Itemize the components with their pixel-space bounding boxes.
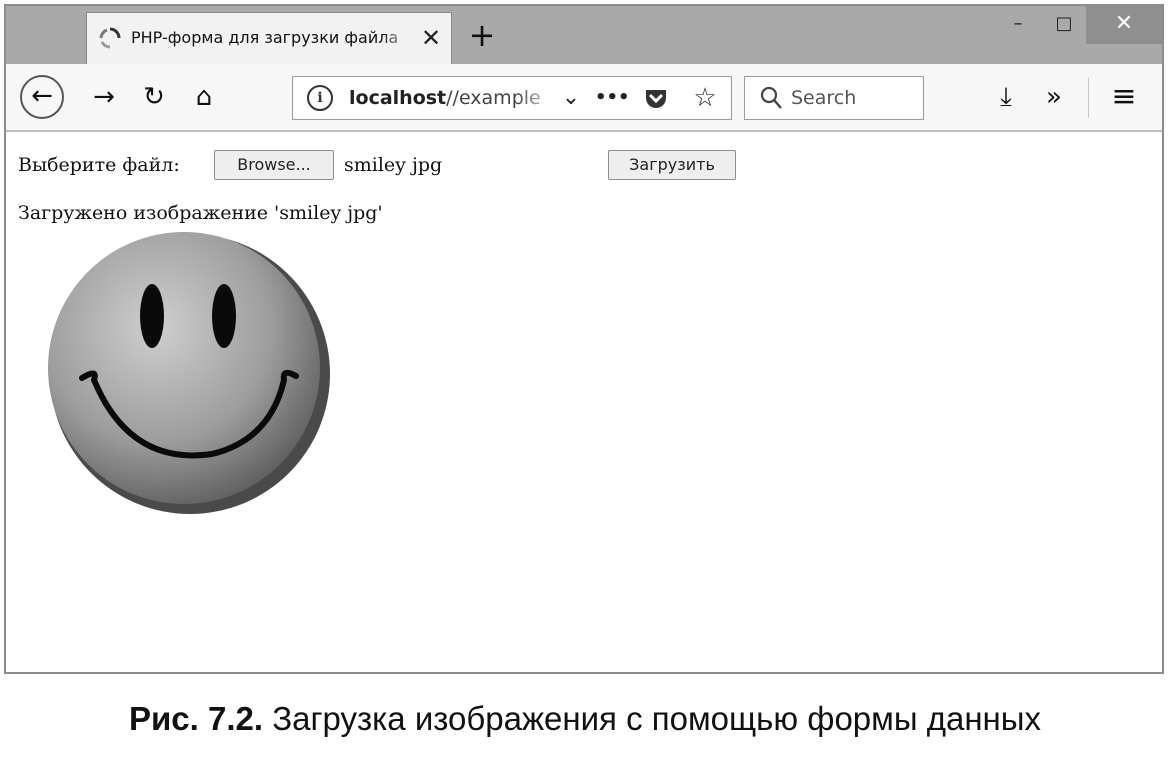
minimize-button[interactable]: – [996, 6, 1040, 44]
browse-button[interactable]: Browse... [214, 150, 334, 180]
search-placeholder: Search [791, 87, 857, 109]
upload-button[interactable]: Загрузить [608, 150, 736, 180]
url-path: //example [446, 87, 541, 109]
address-bar[interactable]: i localhost//example ⌄ ••• ☆ [292, 76, 732, 120]
navigation-toolbar: ← → ↻ ⌂ i localhost//example ⌄ ••• ☆ Sea… [6, 64, 1162, 132]
search-box[interactable]: Search [744, 76, 924, 120]
page-content: Выберите файл: Browse... smiley jpg Загр… [6, 132, 1162, 672]
figure-number: Рис. 7.2. [129, 700, 264, 737]
close-window-button[interactable]: ✕ [1086, 6, 1162, 44]
overflow-menu-icon[interactable]: » [1036, 78, 1072, 116]
site-info-icon[interactable]: i [307, 85, 333, 111]
page-actions-icon[interactable]: ••• [595, 81, 630, 115]
figure-caption: Рис. 7.2. Загрузка изображения с помощью… [0, 700, 1170, 750]
tab-strip: PHP-форма для загрузки файла ✕ + – □ ✕ [6, 6, 1162, 64]
choose-file-label: Выберите файл: [18, 154, 180, 176]
search-icon [760, 86, 782, 109]
active-tab[interactable]: PHP-форма для загрузки файла ✕ [86, 12, 452, 64]
loading-favicon-icon [99, 27, 121, 49]
home-button[interactable]: ⌂ [186, 78, 222, 116]
pocket-icon[interactable] [643, 86, 669, 112]
url-text[interactable]: localhost//example [349, 87, 559, 113]
toolbar-separator [1088, 78, 1089, 118]
smiley-face-image [48, 232, 330, 514]
download-icon[interactable]: ⤓ [988, 78, 1024, 116]
figure-caption-text: Загрузка изображения с помощью формы дан… [272, 700, 1041, 737]
back-button[interactable]: ← [20, 75, 64, 119]
selected-file-name: smiley jpg [344, 154, 443, 176]
tab-title: PHP-форма для загрузки файла [131, 28, 399, 47]
bookmark-star-icon[interactable]: ☆ [689, 81, 721, 115]
forward-button[interactable]: → [86, 78, 122, 116]
close-tab-icon[interactable]: ✕ [417, 23, 445, 53]
url-dropdown-icon[interactable]: ⌄ [555, 81, 587, 115]
maximize-button[interactable]: □ [1042, 6, 1086, 44]
new-tab-button[interactable]: + [464, 16, 500, 56]
url-host: localhost [349, 87, 447, 109]
upload-status-message: Загружено изображение 'smiley jpg' [18, 202, 383, 224]
reload-button[interactable]: ↻ [136, 78, 172, 116]
hamburger-menu-icon[interactable]: ≡ [1106, 78, 1142, 116]
browser-window: PHP-форма для загрузки файла ✕ + – □ ✕ ←… [4, 4, 1164, 674]
